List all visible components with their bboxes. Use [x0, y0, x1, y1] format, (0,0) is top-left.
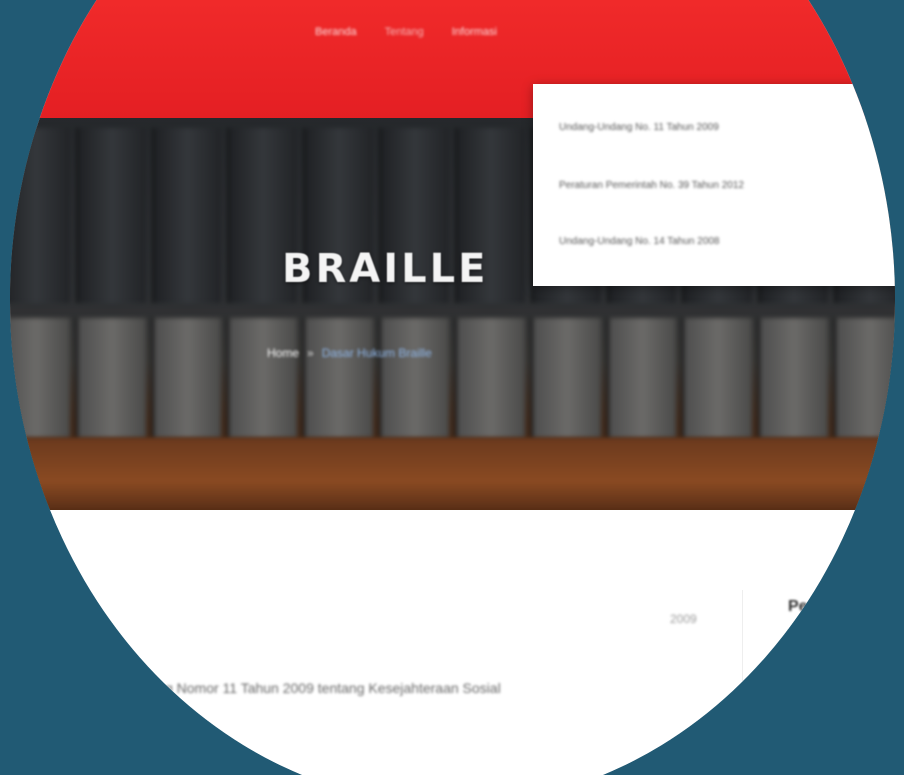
bookshelf-image-bottom — [10, 318, 895, 438]
page-title: BRAILLE — [282, 246, 489, 292]
dropdown-item-uu-14-2008[interactable]: Undang-Undang No. 14 Tahun 2008 — [559, 236, 720, 247]
sidebar-heading-underline — [788, 630, 848, 633]
dropdown-item-pp-39-2012[interactable]: Peraturan Pemerintah No. 39 Tahun 2012 — [559, 180, 744, 191]
post-title-link[interactable]: Undang-Undang Nomor 11 Tahun 2009 tentan… — [70, 680, 501, 696]
sidebar-search-field[interactable]: Cari... — [788, 686, 817, 698]
breadcrumb-separator: » — [307, 346, 314, 360]
main-nav: Beranda Tentang Informasi — [315, 26, 497, 38]
nav-item-home[interactable]: Beranda — [315, 26, 357, 38]
magnifier-lens: Beranda Tentang Informasi BRAILLE Home »… — [10, 0, 895, 775]
nav-item-about[interactable]: Tentang — [385, 26, 424, 38]
post-year: 2009 — [670, 612, 697, 626]
breadcrumb-current[interactable]: Dasar Hukum Braille — [322, 346, 432, 360]
breadcrumb-home-link[interactable]: Home — [267, 346, 299, 360]
screenshot-stage: Beranda Tentang Informasi BRAILLE Home »… — [0, 0, 904, 775]
page-viewport: Beranda Tentang Informasi BRAILLE Home »… — [10, 0, 895, 775]
nav-dropdown-menu: Undang-Undang No. 11 Tahun 2009 Peratura… — [533, 84, 895, 286]
breadcrumb: Home » Dasar Hukum Braille — [267, 346, 432, 360]
sidebar-heading: Pencarian — [788, 598, 865, 615]
wooden-shelf — [10, 438, 895, 510]
nav-item-info[interactable]: Informasi — [452, 26, 497, 38]
main-content: 2009 Undang-Undang Nomor 11 Tahun 2009 t… — [10, 510, 895, 775]
dropdown-item-uu-11-2009[interactable]: Undang-Undang No. 11 Tahun 2009 — [559, 122, 719, 133]
sidebar-divider — [742, 590, 743, 775]
